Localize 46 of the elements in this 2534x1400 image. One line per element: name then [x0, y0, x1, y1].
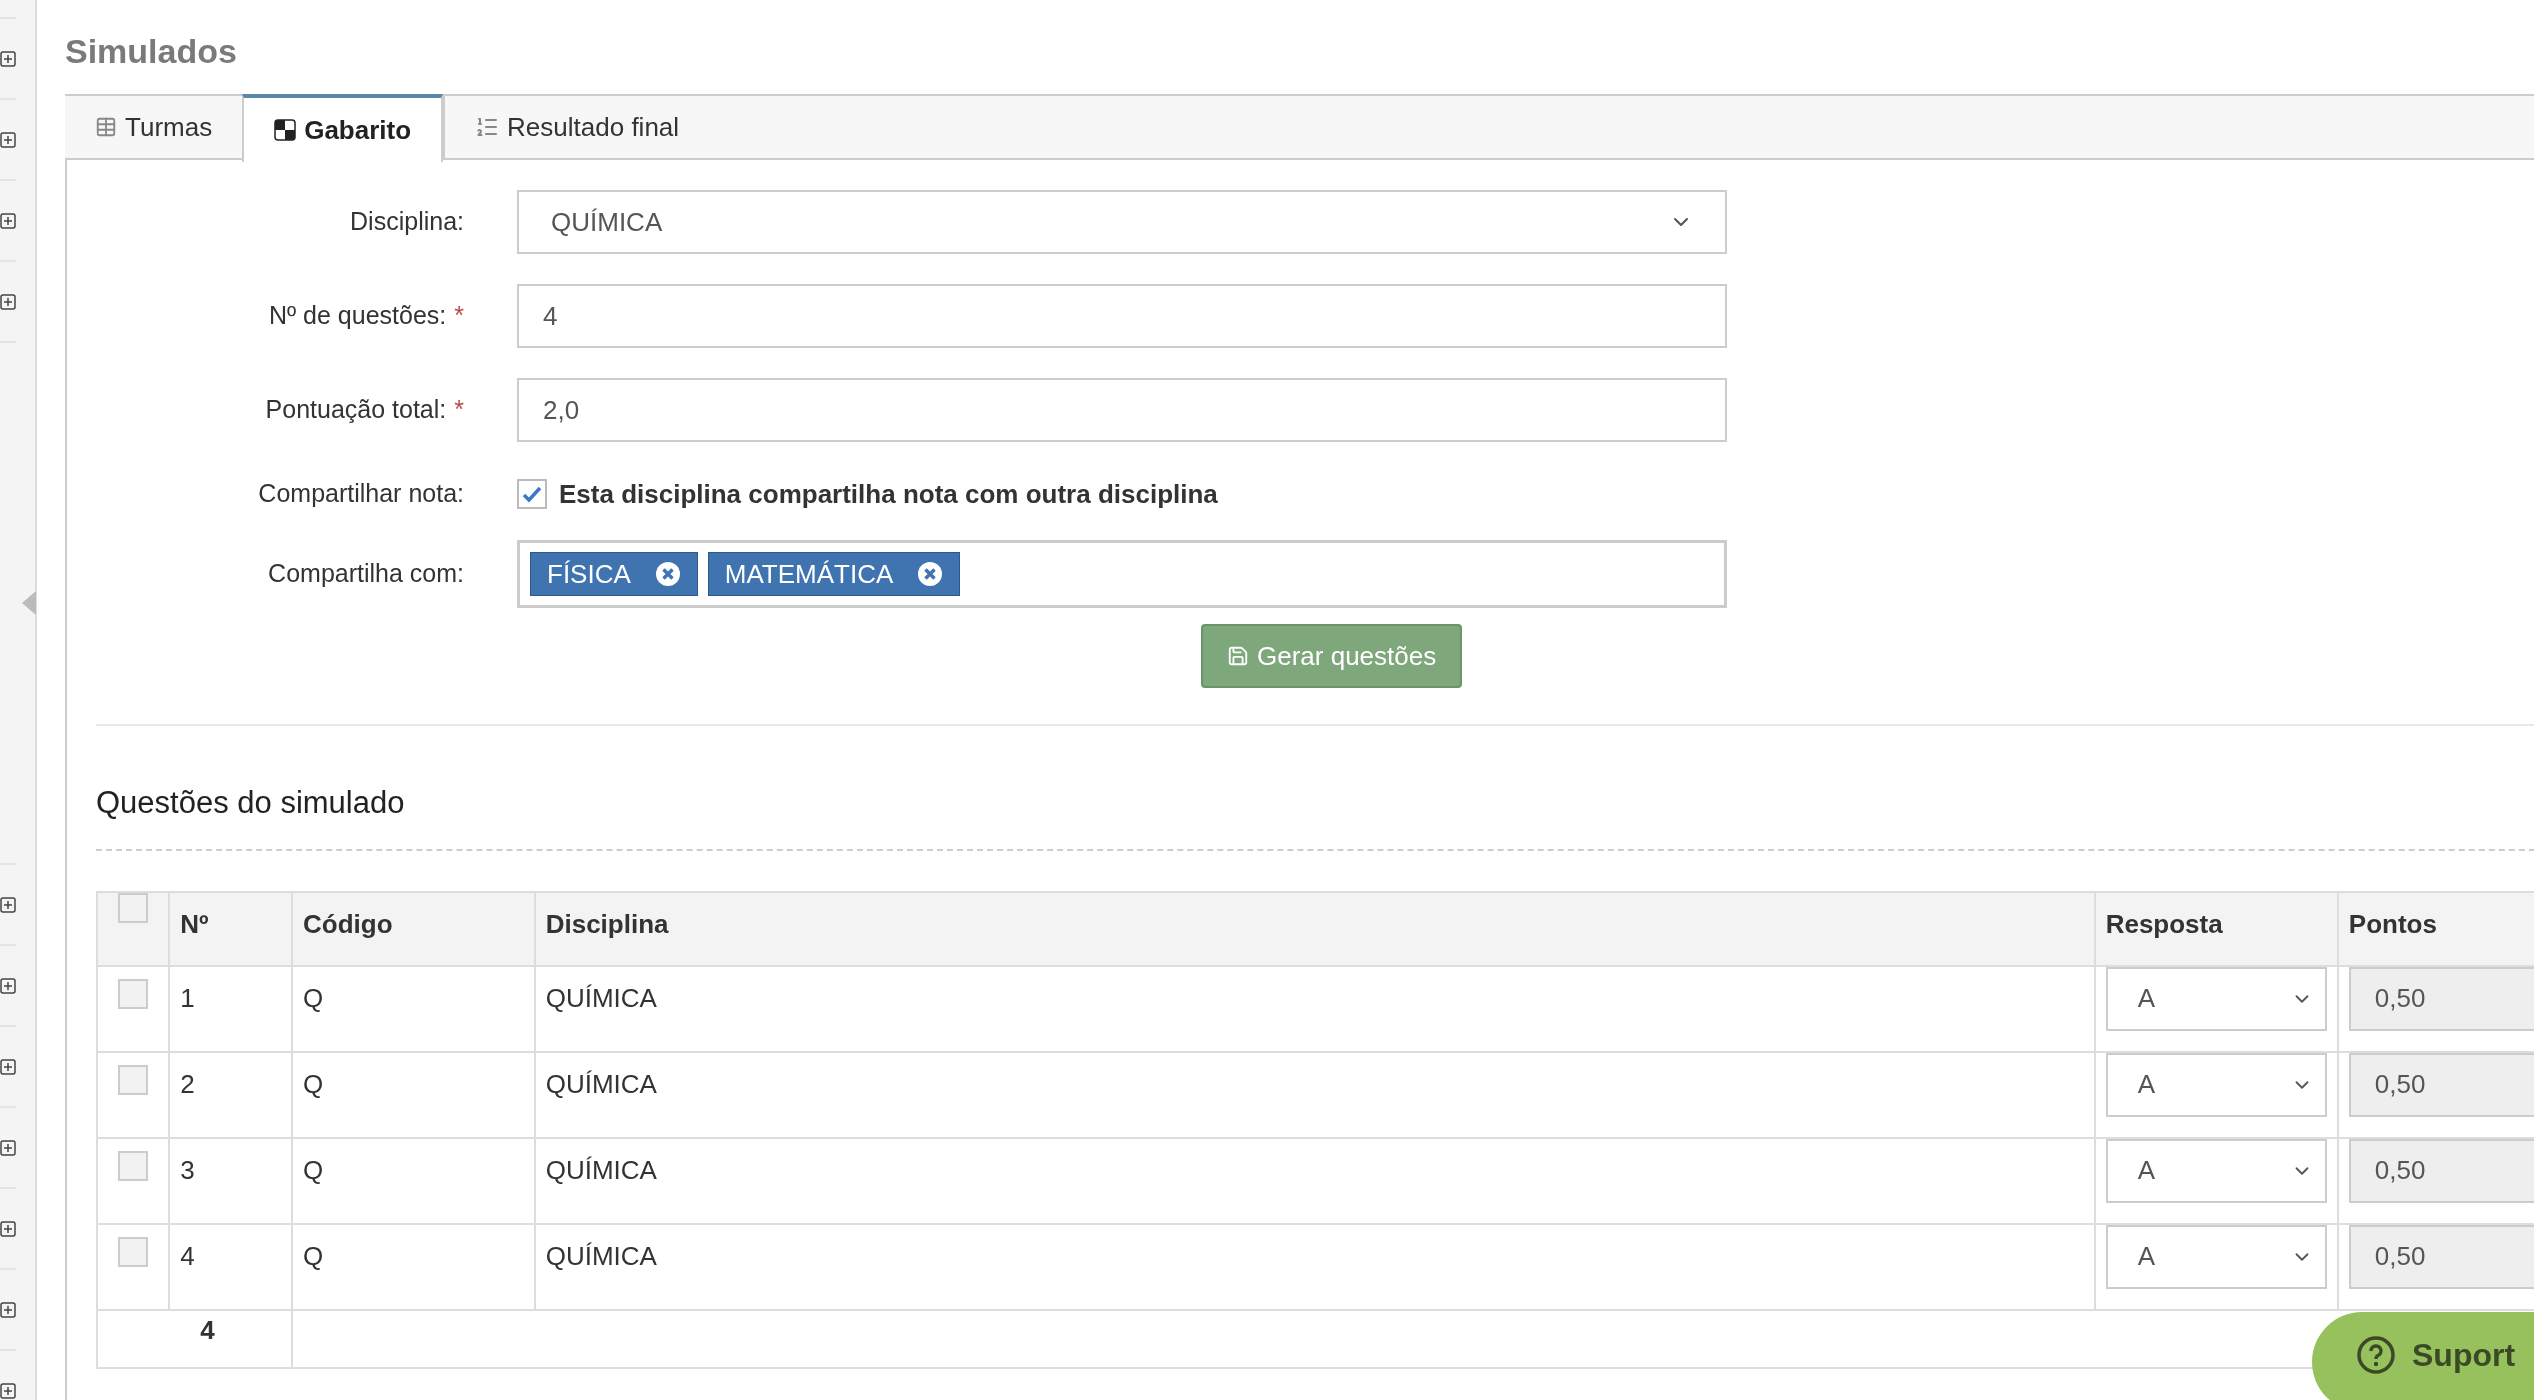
- column-header: Disciplina: [534, 891, 2095, 966]
- tab[interactable]: Gabarito: [242, 94, 444, 162]
- table-cell: Q: [292, 965, 535, 1052]
- field-label: Disciplina:: [350, 207, 464, 236]
- column-header: Código: [292, 891, 535, 966]
- answer-select[interactable]: A: [2105, 966, 2327, 1031]
- table-cell: QUÍMICA: [534, 1051, 2095, 1138]
- table-cell: Q: [292, 1051, 535, 1138]
- checkbox-label: Esta disciplina compartilha nota com outra disciplina: [559, 477, 1218, 511]
- table-cell: 1: [169, 965, 292, 1052]
- total-count: 4: [200, 1314, 215, 1345]
- discipline-select[interactable]: QUÍMICA: [517, 190, 1727, 254]
- tab[interactable]: Resultado final: [443, 96, 710, 158]
- tag: FÍSICA: [530, 552, 698, 596]
- tags-field[interactable]: FÍSICA MATEMÁTICA: [517, 540, 1727, 608]
- section-title: Questões do simulado: [96, 784, 406, 822]
- table-cell: QUÍMICA: [534, 1137, 2095, 1224]
- field-label: Pontuação total:: [265, 395, 447, 424]
- table-cell: Q: [292, 1223, 535, 1310]
- input-field[interactable]: 4: [517, 284, 1727, 348]
- points-field[interactable]: 0,50: [2348, 1138, 2534, 1203]
- tab[interactable]: Turmas: [65, 96, 243, 158]
- column-header: Resposta: [2094, 891, 2338, 966]
- points-field[interactable]: 0,50: [2348, 1224, 2534, 1289]
- answer-select[interactable]: A: [2105, 1138, 2327, 1203]
- tag: MATEMÁTICA: [707, 552, 961, 596]
- points-field[interactable]: 0,50: [2348, 966, 2534, 1031]
- column-header: Pontos: [2337, 891, 2534, 966]
- input-field[interactable]: 2,0: [517, 378, 1727, 442]
- answer-select[interactable]: A: [2105, 1224, 2327, 1289]
- field-label: Compartilhar nota:: [258, 479, 464, 508]
- table-cell: 4: [169, 1223, 292, 1310]
- table-cell: Q: [292, 1137, 535, 1224]
- field-label: Nº de questões:: [268, 301, 447, 330]
- page-title: Simulados: [65, 34, 238, 68]
- table-cell: QUÍMICA: [534, 1223, 2095, 1310]
- table-cell: 3: [169, 1137, 292, 1224]
- support-button[interactable]: Suport: [2312, 1312, 2534, 1400]
- table-cell: 2: [169, 1051, 292, 1138]
- answer-select[interactable]: A: [2105, 1052, 2327, 1117]
- table-cell: QUÍMICA: [534, 965, 2095, 1052]
- required-mark: *: [454, 395, 464, 424]
- required-mark: *: [454, 301, 464, 330]
- field-label: Compartilha com:: [268, 559, 464, 588]
- points-field[interactable]: 0,50: [2348, 1052, 2534, 1117]
- column-header: Nº: [169, 891, 292, 966]
